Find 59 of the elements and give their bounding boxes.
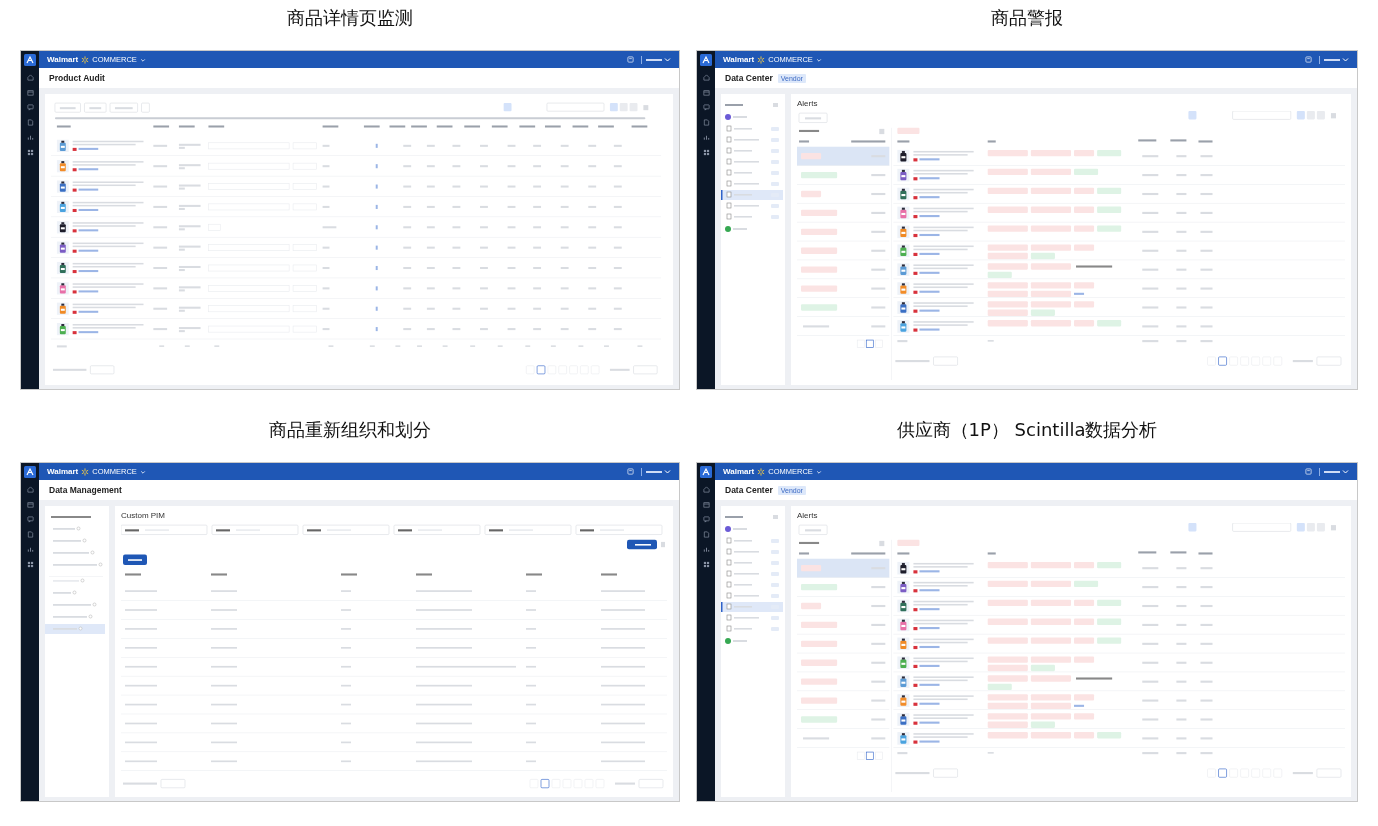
- section-caption: 商品详情页监测: [286, 6, 414, 30]
- home-icon[interactable]: [26, 486, 34, 493]
- chat-icon[interactable]: [702, 516, 710, 523]
- page-title: Product Audit: [49, 73, 105, 83]
- caret-icon[interactable]: [139, 56, 146, 63]
- section-title: Alerts: [797, 99, 818, 108]
- grid-icon[interactable]: [26, 149, 34, 156]
- brand-name: Walmart: [47, 467, 79, 476]
- user-menu-drawing[interactable]: [1319, 54, 1349, 65]
- spark-icon: [81, 467, 90, 476]
- caret-icon[interactable]: [139, 468, 146, 475]
- home-icon[interactable]: [702, 74, 710, 81]
- chat-icon[interactable]: [26, 104, 34, 111]
- logo-icon: [24, 466, 36, 478]
- chat-icon[interactable]: [26, 516, 34, 523]
- logo-icon: [24, 54, 36, 66]
- section-title: Custom PIM: [121, 511, 165, 520]
- user-menu-drawing[interactable]: [641, 466, 671, 477]
- page-title: Data Center: [725, 485, 773, 495]
- chat-icon[interactable]: [702, 104, 710, 111]
- grid-icon[interactable]: [26, 561, 34, 568]
- section-caption: 供应商（1P） Scintilla数据分析: [895, 418, 1159, 442]
- chart-icon[interactable]: [26, 134, 34, 141]
- home-icon[interactable]: [702, 486, 710, 493]
- document-icon[interactable]: [26, 531, 34, 538]
- spark-icon: [757, 467, 766, 476]
- section-caption: 商品警报: [990, 6, 1064, 30]
- spark-icon: [757, 55, 766, 64]
- page-title: Data Center: [725, 73, 773, 83]
- brand-name: Walmart: [723, 467, 755, 476]
- chart-icon[interactable]: [702, 134, 710, 141]
- brand-name: Walmart: [47, 55, 79, 64]
- section-caption: 商品重新组织和划分: [268, 418, 432, 442]
- caret-icon[interactable]: [815, 468, 822, 475]
- section-title: Alerts: [797, 511, 818, 520]
- chart-icon[interactable]: [702, 546, 710, 553]
- box-icon[interactable]: [702, 501, 710, 508]
- user-menu-drawing[interactable]: [641, 54, 671, 65]
- logo-icon: [700, 54, 712, 66]
- box-icon[interactable]: [26, 89, 34, 96]
- grid-icon[interactable]: [702, 561, 710, 568]
- grid-icon[interactable]: [702, 149, 710, 156]
- caret-icon[interactable]: [815, 56, 822, 63]
- brand-name: Walmart: [723, 55, 755, 64]
- document-icon[interactable]: [702, 531, 710, 538]
- notification-icon[interactable]: [627, 56, 634, 63]
- spark-icon: [81, 55, 90, 64]
- document-icon[interactable]: [702, 119, 710, 126]
- user-menu-drawing[interactable]: [1319, 466, 1349, 477]
- notification-icon[interactable]: [1305, 468, 1312, 475]
- page-title: Data Management: [49, 485, 122, 495]
- document-icon[interactable]: [26, 119, 34, 126]
- box-icon[interactable]: [26, 501, 34, 508]
- chart-icon[interactable]: [26, 546, 34, 553]
- logo-icon: [700, 466, 712, 478]
- box-icon[interactable]: [702, 89, 710, 96]
- notification-icon[interactable]: [627, 468, 634, 475]
- home-icon[interactable]: [26, 74, 34, 81]
- notification-icon[interactable]: [1305, 56, 1312, 63]
